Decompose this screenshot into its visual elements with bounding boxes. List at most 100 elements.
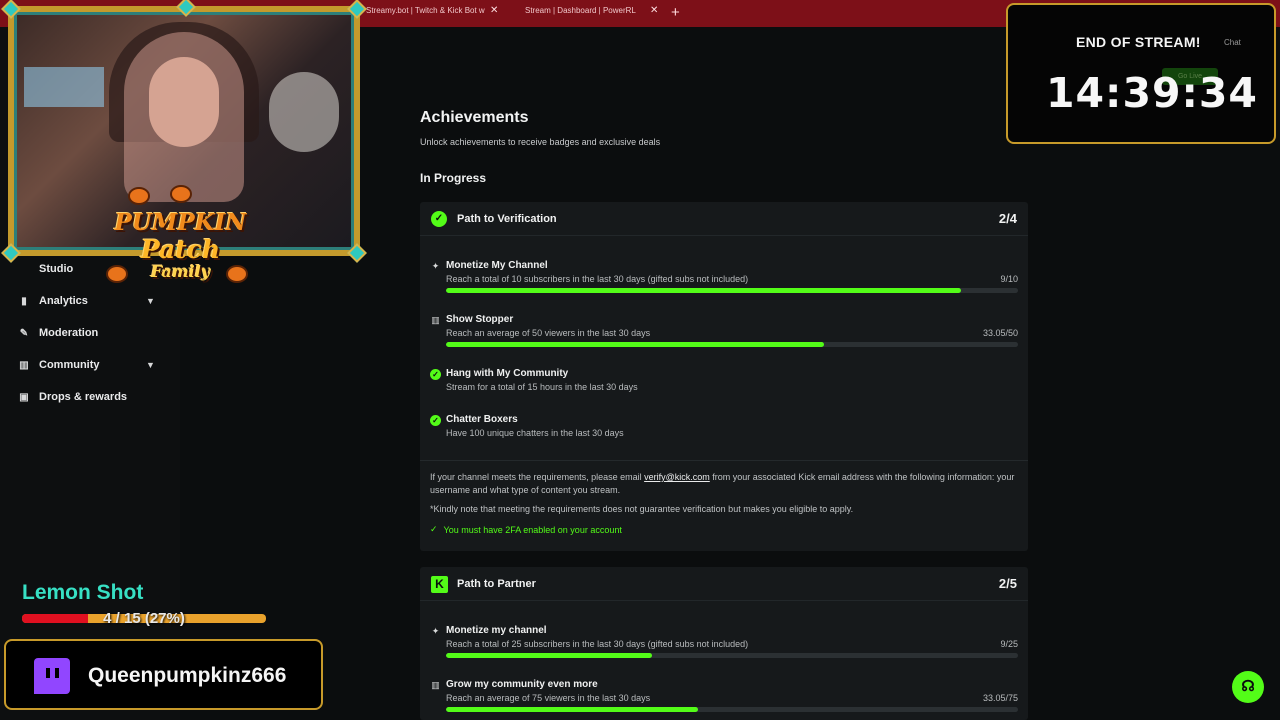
- verification-disclaimer: *Kindly note that meeting the requiremen…: [430, 504, 854, 514]
- requirement-title: Grow my community even more: [446, 679, 598, 690]
- sub-goal-text: 4 / 15 (27%): [103, 610, 185, 627]
- chat-label: Chat: [1224, 38, 1241, 47]
- page-subtitle: Unlock achievements to receive badges an…: [420, 137, 661, 147]
- sidebar-item-label: Moderation: [39, 327, 99, 339]
- tab-label: Streamy.bot | Twitch & Kick Bot w: [366, 6, 485, 15]
- sidebar-item-label: Community: [39, 359, 100, 371]
- requirement-title: Chatter Boxers: [446, 414, 518, 425]
- chevron-down-icon[interactable]: ▼: [146, 360, 155, 370]
- close-icon[interactable]: ✕: [490, 5, 498, 16]
- gift-icon: ▣: [19, 391, 29, 403]
- tab-label: Stream | Dashboard | PowerRL: [525, 6, 636, 15]
- requirement-title: Monetize My Channel: [446, 260, 548, 271]
- gem-icon: [347, 243, 367, 263]
- close-icon[interactable]: ✕: [650, 5, 658, 16]
- sidebar-item-label: Analytics: [39, 295, 88, 307]
- sidebar-item-label: Drops & rewards: [39, 391, 128, 403]
- divider: [420, 460, 1028, 461]
- sidebar-item-drops-rewards[interactable]: ▣ Drops & rewards: [18, 387, 127, 407]
- requirement-value: 33.05/75: [982, 693, 1018, 703]
- requirement-item: ✓ Hang with My Community Stream for a to…: [430, 368, 1018, 396]
- requirement-value: 9/10: [1000, 274, 1018, 284]
- analytics-icon: ▮: [21, 295, 27, 307]
- requirement-description: Reach a total of 10 subscribers in the l…: [446, 274, 749, 284]
- requirement-item: ✦ Monetize My Channel Reach a total of 1…: [430, 260, 1018, 296]
- sidebar-item-community[interactable]: ▥ Community ▼: [18, 355, 155, 375]
- twitch-username: Queenpumpkinz666: [88, 664, 287, 687]
- card-title: Path to Partner: [457, 578, 536, 590]
- sidebar-item-moderation[interactable]: ✎ Moderation: [18, 323, 98, 343]
- requirement-description: Reach a total of 25 subscribers in the l…: [446, 639, 749, 649]
- verify-email-link[interactable]: verify@kick.com: [644, 472, 710, 482]
- verification-card: ✓ Path to Verification 2/4 ✦ Monetize My…: [420, 202, 1028, 551]
- requirement-description: Reach an average of 50 viewers in the la…: [446, 328, 651, 338]
- pumpkin-icon: [170, 185, 192, 203]
- progress-fill: [446, 342, 825, 347]
- check-icon: ✓: [430, 524, 438, 534]
- pumpkin-patch-logo: PUMPKIN Patch Family: [98, 185, 263, 293]
- partner-card: K Path to Partner 2/5 ✦ Monetize my chan…: [420, 567, 1028, 720]
- support-chat-button[interactable]: ☊: [1232, 671, 1264, 703]
- verification-card-header[interactable]: ✓ Path to Verification 2/4: [420, 202, 1028, 236]
- chart-icon: ▥: [431, 315, 440, 325]
- progress-track: [446, 288, 1018, 293]
- requirement-value: 9/25: [1000, 639, 1018, 649]
- twofa-text: You must have 2FA enabled on your accoun…: [443, 524, 622, 535]
- verification-instructions: If your channel meets the requirements, …: [430, 471, 1020, 497]
- requirement-title: Monetize my channel: [446, 625, 547, 636]
- webcam-skull-decoration: [269, 72, 339, 152]
- webcam-person-face: [149, 57, 219, 147]
- wrench-icon: ✎: [19, 327, 29, 339]
- progress-fill: [446, 707, 698, 712]
- card-progress-count: 2/4: [998, 211, 1017, 226]
- tab-streamybot[interactable]: Streamy.bot | Twitch & Kick Bot w ✕: [366, 5, 506, 22]
- twitch-logo-icon: [34, 658, 70, 694]
- timer-label: END OF STREAM!: [1076, 34, 1201, 50]
- section-title-in-progress: In Progress: [420, 171, 487, 185]
- sidebar-item-analytics[interactable]: ▮ Analytics ▼: [18, 291, 155, 311]
- chart-icon: ▥: [431, 680, 440, 690]
- requirement-item: ▥ Grow my community even more Reach an a…: [430, 679, 1018, 715]
- requirement-item: ▥ Show Stopper Reach an average of 50 vi…: [430, 314, 1018, 350]
- requirement-title: Hang with My Community: [446, 368, 569, 379]
- sidebar-item-label: Studio: [39, 263, 74, 275]
- requirement-item: ✓ Chatter Boxers Have 100 unique chatter…: [430, 414, 1018, 442]
- logo-line3: Family: [150, 262, 211, 281]
- page-title: Achievements: [420, 109, 529, 126]
- twofa-requirement: ✓ You must have 2FA enabled on your acco…: [430, 524, 622, 535]
- progress-fill: [446, 288, 961, 293]
- chevron-down-icon[interactable]: ▼: [146, 296, 155, 306]
- new-tab-button[interactable]: +: [671, 4, 680, 21]
- sidebar-item-studio[interactable]: Studio: [18, 259, 73, 279]
- progress-track: [446, 342, 1018, 347]
- progress-track: [446, 653, 1018, 658]
- sub-goal-name: Lemon Shot: [22, 581, 144, 604]
- requirement-description: Stream for a total of 15 hours in the la…: [446, 382, 638, 392]
- requirement-value: 33.05/50: [982, 328, 1018, 338]
- partner-card-header[interactable]: K Path to Partner 2/5: [420, 567, 1028, 601]
- logo-line2: Patch: [140, 235, 221, 264]
- check-circle-icon: ✓: [430, 415, 441, 426]
- community-icon: ▥: [19, 359, 29, 371]
- tab-dashboard[interactable]: Stream | Dashboard | PowerRL ✕: [525, 5, 660, 22]
- webcam-background: [24, 67, 104, 107]
- requirement-title: Show Stopper: [446, 314, 514, 325]
- requirement-item: ✦ Monetize my channel Reach a total of 2…: [430, 625, 1018, 661]
- requirement-description: Have 100 unique chatters in the last 30 …: [446, 428, 624, 438]
- logo-line1: PUMPKIN: [114, 209, 247, 236]
- card-progress-count: 2/5: [998, 576, 1017, 591]
- headset-icon: ☊: [1241, 678, 1255, 695]
- requirement-description: Reach an average of 75 viewers in the la…: [446, 693, 651, 703]
- card-title: Path to Verification: [457, 213, 557, 225]
- kick-logo-icon: K: [431, 576, 448, 593]
- verified-badge-icon: ✓: [431, 211, 447, 227]
- sparkle-icon: ✦: [431, 626, 440, 636]
- instructions-text: If your channel meets the requirements, …: [430, 472, 645, 482]
- progress-fill: [446, 653, 652, 658]
- progress-track: [446, 707, 1018, 712]
- pumpkin-icon: [128, 187, 150, 205]
- check-circle-icon: ✓: [430, 369, 441, 380]
- sparkle-icon: ✦: [431, 261, 440, 271]
- timer-value: 14:39:34: [1046, 69, 1258, 117]
- end-of-stream-timer: END OF STREAM! Chat Go Live 14:39:34: [1006, 3, 1276, 144]
